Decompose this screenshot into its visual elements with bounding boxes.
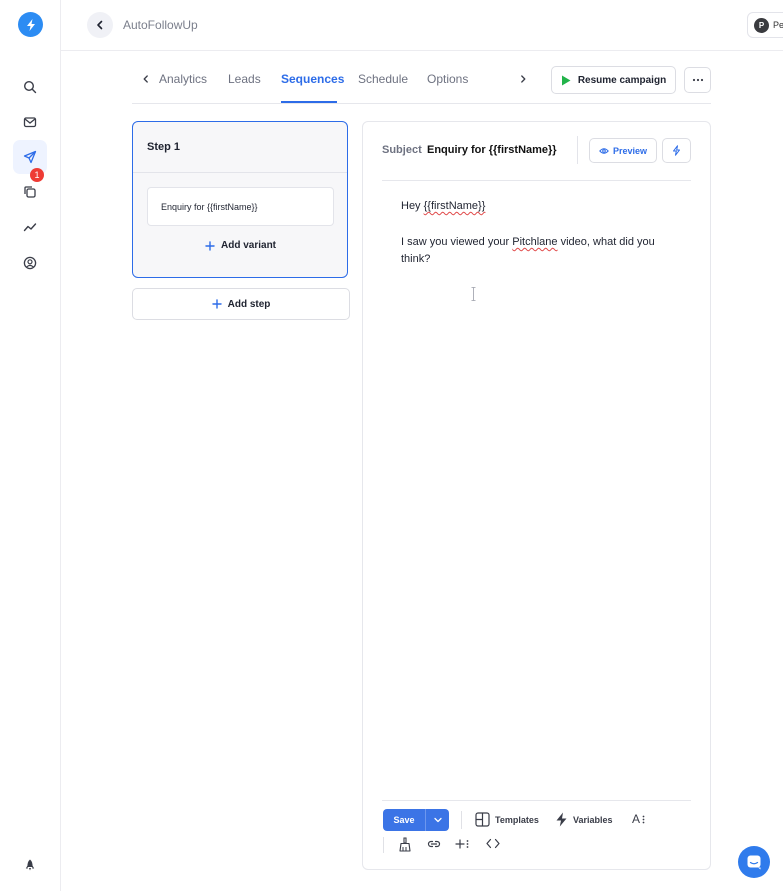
chat-icon <box>747 855 761 870</box>
add-variant-button[interactable]: Add variant <box>205 240 276 251</box>
plus-icon <box>205 240 215 251</box>
clear-format-button[interactable] <box>398 837 412 852</box>
copy-icon <box>24 186 36 198</box>
nav-campaigns[interactable] <box>13 140 47 174</box>
divider <box>577 136 578 164</box>
more-vertical-icon <box>642 815 645 823</box>
top-bar: AutoFollowUp P Pe <box>61 0 783 51</box>
add-variant-label: Add variant <box>221 240 277 251</box>
lightning-icon <box>673 145 680 156</box>
active-tab-indicator <box>281 101 337 103</box>
layout-icon <box>475 812 490 827</box>
tabs-scroll-left[interactable] <box>139 72 153 86</box>
nav-launch[interactable] <box>13 848 47 882</box>
tab-analytics[interactable]: Analytics <box>159 72 207 86</box>
greeting-text: Hey <box>401 200 424 212</box>
email-body-greeting[interactable]: Hey {{firstName}} <box>401 200 485 212</box>
save-options-dropdown[interactable] <box>425 809 449 831</box>
toolbar-separator <box>383 837 384 853</box>
account-icon <box>23 256 37 270</box>
lightning-logo-icon <box>26 18 35 31</box>
email-editor: Subject Enquiry for {{firstName}} Previe… <box>362 121 711 870</box>
subject-label: Subject <box>382 144 422 156</box>
save-button-group: Save <box>383 809 449 831</box>
chevron-left-icon <box>143 75 148 83</box>
text-cursor-icon <box>471 287 476 301</box>
left-nav-rail: 1 <box>0 0 61 891</box>
add-step-label: Add step <box>227 298 271 310</box>
divider-insert-icon <box>455 839 469 849</box>
subject-input[interactable]: Enquiry for {{firstName}} <box>427 144 557 156</box>
ai-assist-button[interactable] <box>662 138 691 163</box>
nav-mail[interactable] <box>13 105 47 139</box>
nav-search[interactable] <box>13 70 47 104</box>
toolbar-separator <box>461 811 462 829</box>
variant-item[interactable]: Enquiry for {{firstName}} <box>147 187 334 226</box>
resume-campaign-label: Resume campaign <box>577 74 667 86</box>
firstname-variable: {{firstName}} <box>423 200 486 212</box>
divider <box>382 800 691 801</box>
templates-label: Templates <box>495 814 539 825</box>
link-icon <box>427 840 441 848</box>
play-icon <box>561 75 571 85</box>
html-source-button[interactable] <box>486 838 500 849</box>
insert-divider-button[interactable] <box>455 837 470 851</box>
app-logo[interactable] <box>18 12 43 37</box>
nav-account[interactable] <box>13 246 47 280</box>
font-size-button[interactable]: A <box>632 812 645 826</box>
font-label: A <box>632 812 641 826</box>
more-options-button[interactable] <box>684 67 711 93</box>
page-title: AutoFollowUp <box>123 18 198 32</box>
tab-options[interactable]: Options <box>427 72 468 86</box>
nav-analytics[interactable] <box>13 210 47 244</box>
paragraph-text: I saw you viewed your <box>401 236 513 248</box>
brand-word: Pitchlane <box>512 236 558 248</box>
eye-icon <box>599 147 609 154</box>
back-button[interactable] <box>87 12 113 38</box>
plus-icon <box>211 299 222 309</box>
search-icon <box>23 80 37 94</box>
analytics-icon <box>23 223 37 232</box>
chevron-left-icon <box>97 20 103 30</box>
resume-campaign-button[interactable]: Resume campaign <box>551 66 676 94</box>
rocket-icon <box>25 859 35 871</box>
notification-badge: 1 <box>30 168 44 182</box>
lightning-icon <box>556 812 567 827</box>
save-button[interactable]: Save <box>383 809 425 831</box>
user-menu[interactable]: P Pe <box>747 12 783 38</box>
nav-copies[interactable]: 1 <box>13 168 47 209</box>
step-card[interactable]: Step 1 Enquiry for {{firstName}} Add var… <box>132 121 348 278</box>
more-horizontal-icon <box>692 78 703 82</box>
chevron-down-icon <box>433 817 442 823</box>
user-name: Pe <box>773 20 783 30</box>
chevron-right-icon <box>521 75 526 83</box>
brush-icon <box>399 837 411 852</box>
preview-button[interactable]: Preview <box>589 138 657 163</box>
code-icon <box>486 838 500 849</box>
variables-label: Variables <box>573 814 613 825</box>
step-title: Step 1 <box>133 122 347 173</box>
divider <box>382 180 691 181</box>
email-body-paragraph[interactable]: I saw you viewed your Pitchlane video, w… <box>401 234 671 268</box>
tab-schedule[interactable]: Schedule <box>358 72 408 86</box>
insert-link-button[interactable] <box>427 839 441 849</box>
chat-support-button[interactable] <box>738 846 770 878</box>
templates-button[interactable]: Templates <box>475 812 539 827</box>
avatar: P <box>754 17 769 33</box>
send-icon <box>23 150 37 164</box>
mail-icon <box>23 117 37 128</box>
tab-leads[interactable]: Leads <box>228 72 261 86</box>
tab-sequences[interactable]: Sequences <box>281 72 344 86</box>
add-step-button[interactable]: Add step <box>132 288 350 320</box>
tabs-scroll-right[interactable] <box>516 72 530 86</box>
campaign-tabs: Analytics Leads Sequences Schedule Optio… <box>132 63 711 104</box>
preview-label: Preview <box>612 145 648 156</box>
variables-button[interactable]: Variables <box>555 812 613 827</box>
